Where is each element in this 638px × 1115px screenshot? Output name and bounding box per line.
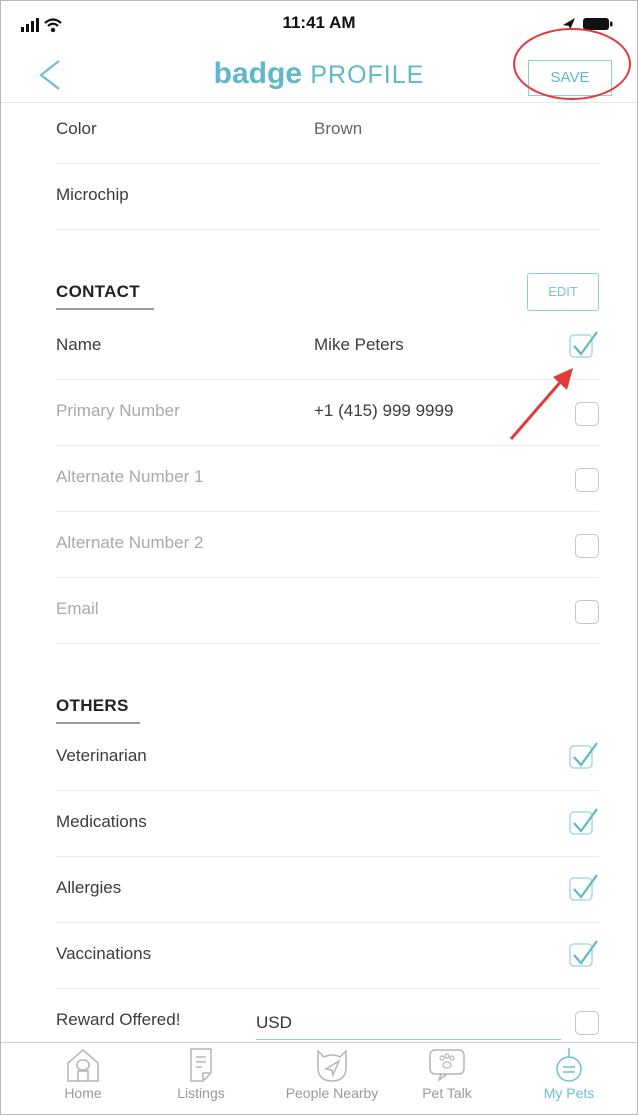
row-label: Allergies [56, 878, 122, 897]
detail-row-color: Color Brown [56, 98, 599, 164]
tab-label: Pet Talk [422, 1085, 472, 1101]
tab-my-pets[interactable]: My Pets [509, 1047, 629, 1101]
contact-row-primary-number: Primary Number +1 (415) 999 9999 [56, 380, 599, 446]
contact-row-name: Name Mike Peters [56, 314, 599, 380]
home-icon [67, 1049, 99, 1082]
section-heading-contact: CONTACT [56, 282, 154, 310]
checkbox-unchecked[interactable] [575, 1011, 599, 1035]
checkbox-unchecked[interactable] [575, 468, 599, 492]
status-bar: 11:41 AM [1, 1, 637, 47]
row-label: Email [56, 599, 99, 618]
section-underline [56, 308, 154, 310]
location-battery-icon [561, 16, 615, 37]
section-underline [56, 722, 140, 724]
contact-row-email: Email [56, 578, 599, 644]
checkbox-unchecked[interactable] [575, 534, 599, 558]
tab-home[interactable]: Home [23, 1047, 143, 1101]
section-title: CONTACT [56, 282, 140, 301]
row-label: Reward Offered! [56, 1010, 181, 1029]
title-text: PROFILE [310, 61, 425, 89]
row-label: Primary Number [56, 401, 180, 420]
tab-pet-talk[interactable]: Pet Talk [387, 1047, 507, 1101]
others-row-vaccinations: Vaccinations [56, 923, 599, 989]
listings-icon [190, 1048, 212, 1082]
checkbox-checked[interactable] [569, 739, 599, 771]
tab-label: Listings [177, 1085, 225, 1101]
tab-label: My Pets [543, 1085, 595, 1101]
checkbox-unchecked[interactable] [575, 600, 599, 624]
checkmark-icon [569, 874, 598, 901]
checkbox-checked[interactable] [569, 805, 599, 837]
my-pets-icon [556, 1048, 582, 1082]
row-value: +1 (415) 999 9999 [314, 401, 454, 420]
contact-row-alternate-number-1: Alternate Number 1 [56, 446, 599, 512]
brand-name: badge [213, 57, 303, 90]
checkbox-unchecked[interactable] [575, 402, 599, 426]
section-title: OTHERS [56, 696, 129, 715]
checkbox-checked[interactable] [569, 937, 599, 969]
checkmark-icon [569, 808, 598, 835]
row-label: Vaccinations [56, 944, 152, 963]
people-nearby-icon [317, 1049, 347, 1082]
others-row-allergies: Allergies [56, 857, 599, 923]
checkbox-checked[interactable] [569, 871, 599, 903]
save-button[interactable]: SAVE [528, 60, 612, 96]
others-row-medications: Medications [56, 791, 599, 857]
detail-row-microchip[interactable]: Microchip [56, 164, 599, 230]
tab-bar: Home Listings People Nearby Pet Talk My … [1, 1042, 637, 1114]
checkbox-checked[interactable] [569, 328, 599, 360]
status-time: 11:41 AM [282, 13, 356, 32]
row-label: Veterinarian [56, 746, 147, 765]
tab-people-nearby[interactable]: People Nearby [267, 1047, 397, 1101]
checkmark-icon [569, 742, 598, 769]
row-label: Alternate Number 2 [56, 533, 204, 552]
tab-listings[interactable]: Listings [141, 1047, 261, 1101]
row-value: Brown [314, 119, 363, 138]
app-screen: 11:41 AM badge PROFILE SAVE Color Brown … [0, 0, 638, 1115]
contact-row-alternate-number-2: Alternate Number 2 [56, 512, 599, 578]
pet-talk-icon [429, 1049, 465, 1083]
edit-contact-button[interactable]: EDIT [527, 273, 599, 311]
tab-label: People Nearby [285, 1085, 379, 1101]
row-label: Microchip [56, 185, 129, 204]
nav-header: badge PROFILE SAVE [1, 47, 637, 103]
row-label: Name [56, 335, 102, 354]
row-label: Color [56, 119, 97, 138]
tab-label: Home [64, 1085, 102, 1101]
others-row-veterinarian: Veterinarian [56, 725, 599, 791]
row-label: Alternate Number 1 [56, 467, 204, 486]
row-value: Mike Peters [314, 335, 404, 354]
reward-amount-input[interactable]: USD [256, 1006, 561, 1040]
checkmark-icon [569, 331, 598, 358]
row-label: Medications [56, 812, 147, 831]
section-heading-others: OTHERS [56, 696, 140, 724]
checkmark-icon [569, 940, 598, 967]
